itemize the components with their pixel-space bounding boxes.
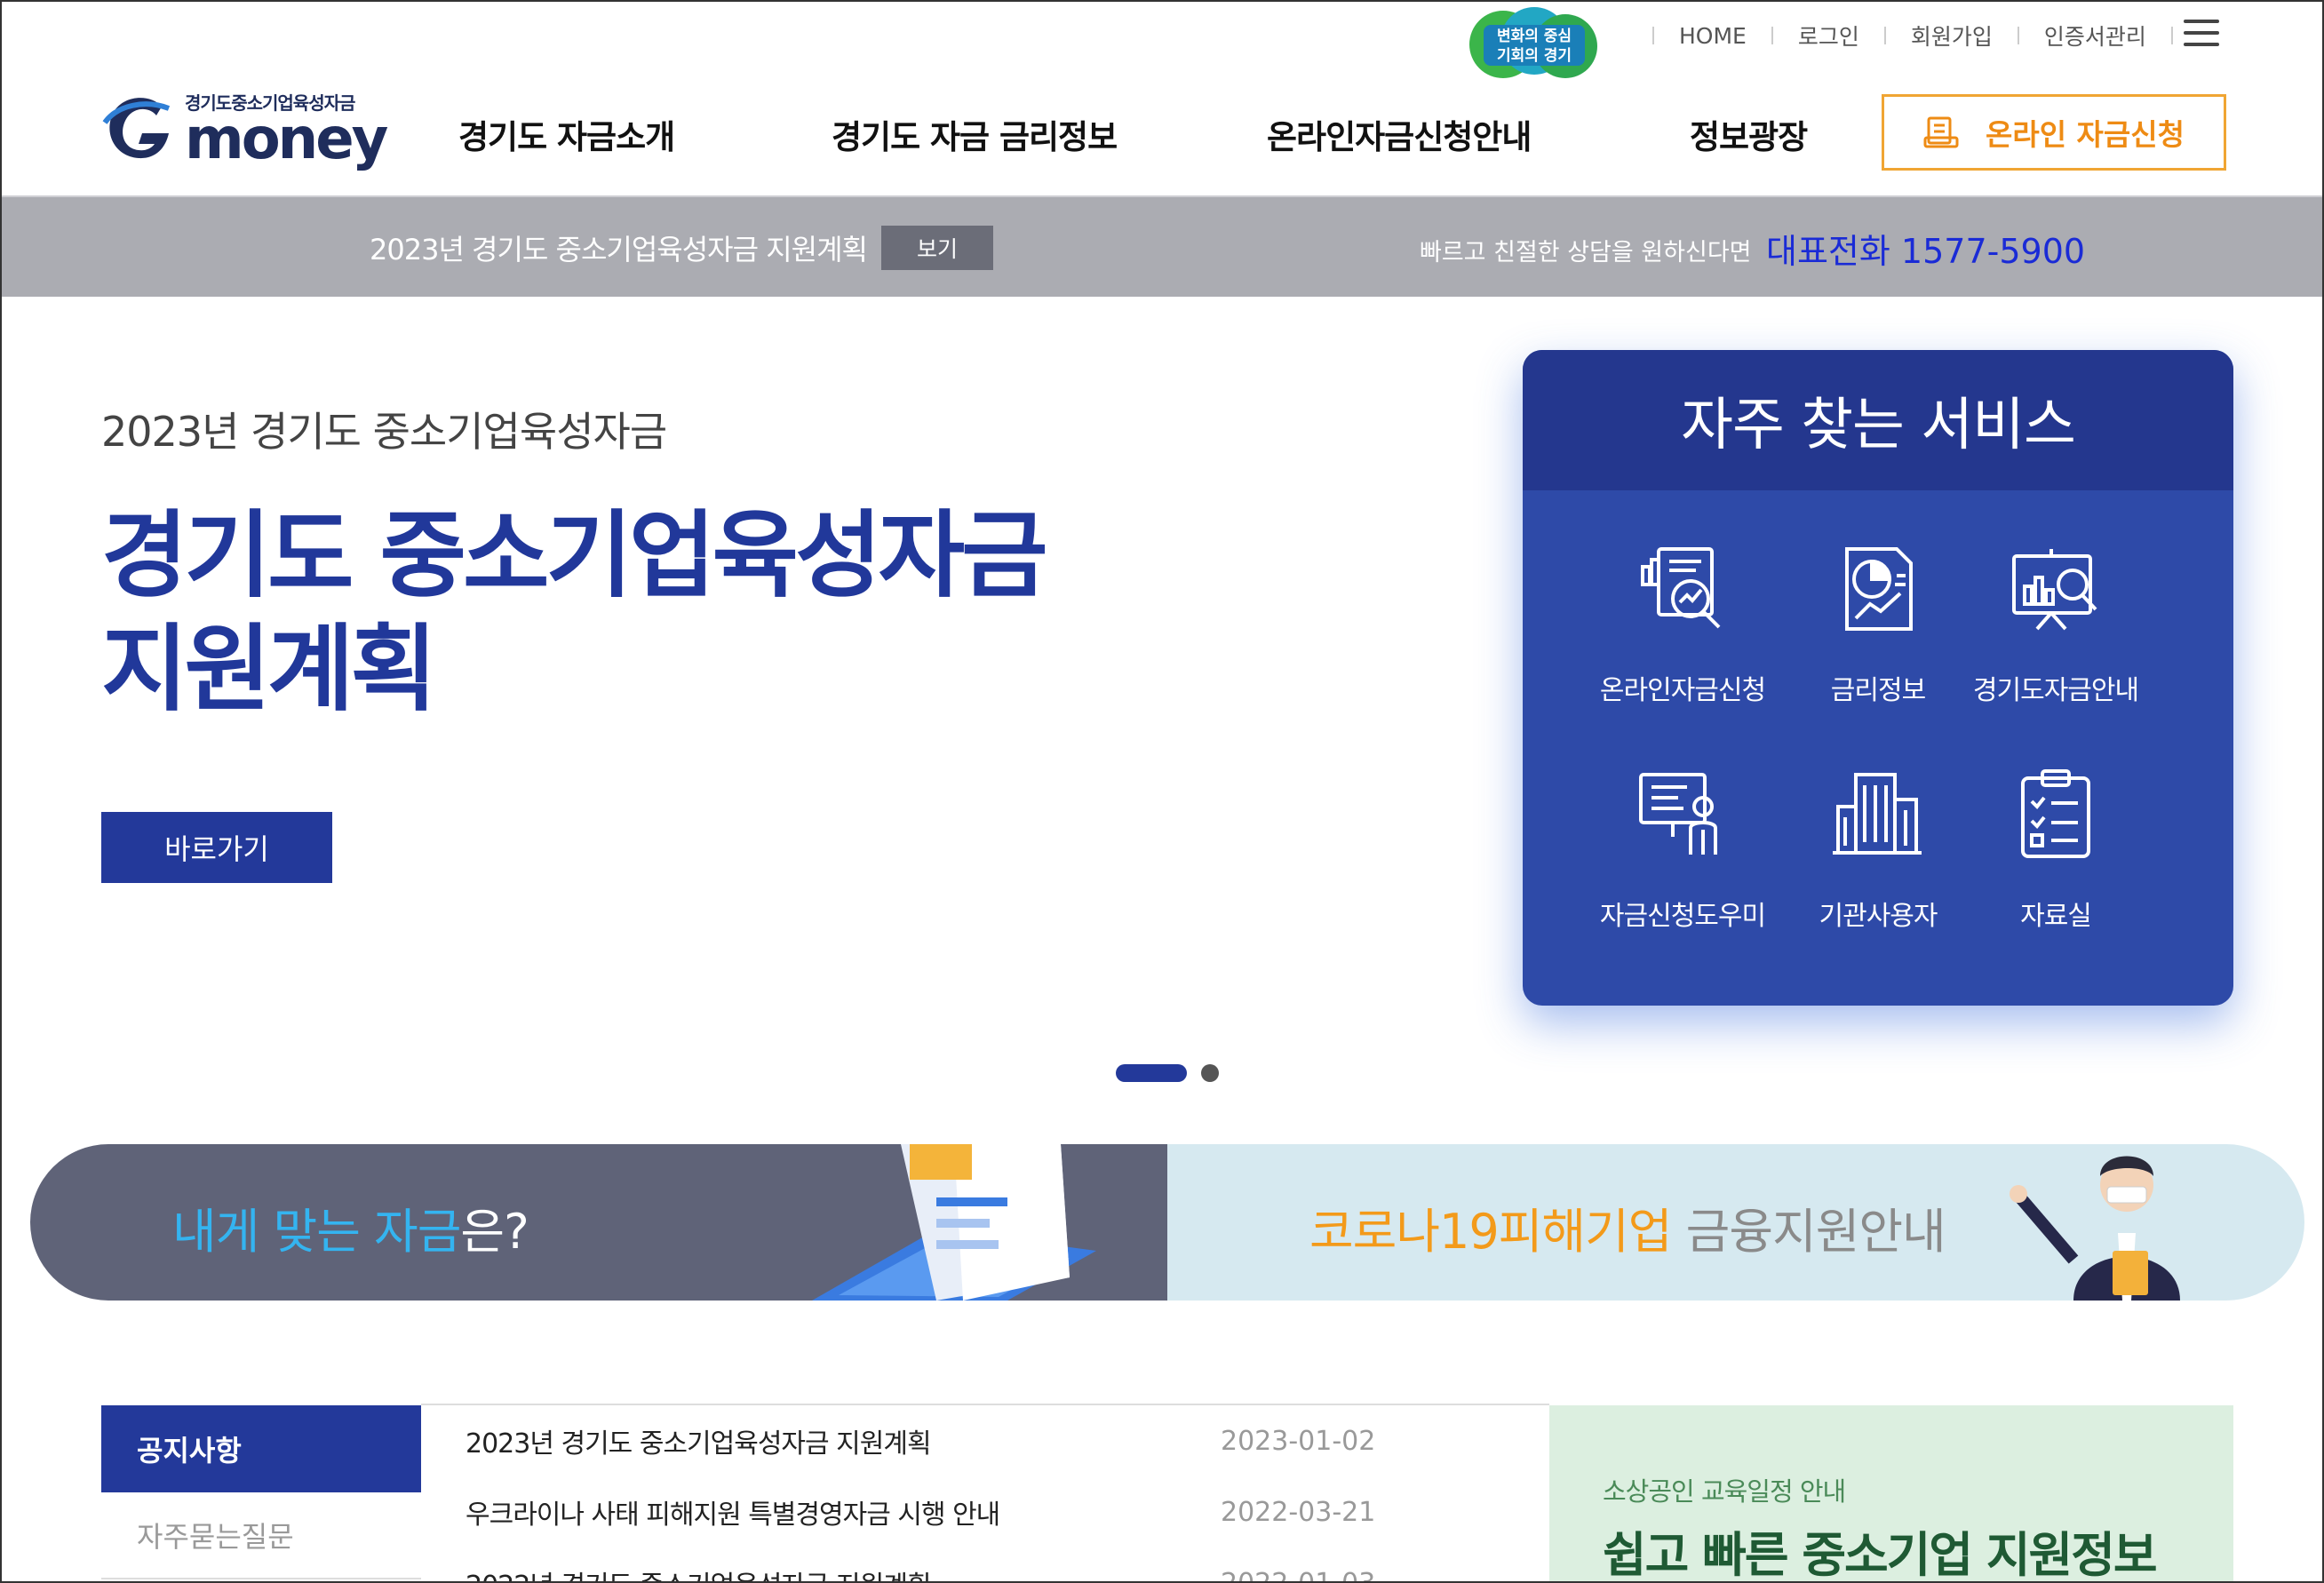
hero-go-button[interactable]: 바로가기 [101,812,332,883]
notice-date: 2022-01-03 [1221,1567,1376,1583]
service-label: 자료실 [2020,901,2092,932]
util-separator [2170,27,2173,44]
util-link-home[interactable]: HOME [1679,23,1747,49]
hamburger-menu-icon[interactable] [2184,20,2219,50]
service-label: 온라인자금신청 [1599,675,1766,706]
notice-date: 2022-03-21 [1221,1496,1376,1528]
utility-links: HOME 로그인 회원가입 인증서관리 [1628,14,2198,57]
covid-support-highlight: 코로나19피해기업 [1309,1204,1672,1260]
notice-list: 2023년 경기도 중소기업육성자금 지원계획 2023-01-02 우크라이나… [421,1404,1549,1583]
service-archive[interactable]: 자료실 [1958,766,2153,933]
apply-document-icon [1923,116,1959,148]
fund-finder-banner[interactable]: 내게 맞는 자금은? [30,1144,1185,1301]
badge-line2: 기회의 경기 [1496,47,1572,65]
service-online-apply[interactable]: 온라인자금신청 [1585,540,1780,707]
service-interest-info[interactable]: 금리정보 [1780,540,1976,707]
util-link-certificate[interactable]: 인증서관리 [2044,20,2146,52]
consult-text: 빠르고 친절한 상담을 원하신다면 [1420,239,1752,266]
notice-row[interactable]: 2022년 경기도 중소기업육성자금 지원계획 2022-01-03 [421,1547,1549,1583]
covid-support-banner[interactable]: 코로나19피해기업 금융지원안내 [1167,1144,2304,1301]
frequent-services-card: 자주 찾는 서비스 온라인자금신청 금리정보 경기도자금안내 자금신청도우미 기… [1523,350,2233,1006]
notice-date: 2023-01-02 [1221,1425,1376,1457]
notice-title: 2023년 경기도 중소기업육성자금 지원계획 [466,1428,932,1460]
hero-title: 경기도 중소기업육성자금 지원계획 [101,499,1078,727]
businessman-illustration-icon [2010,1156,2180,1301]
service-label: 경기도자금안내 [1972,675,2139,706]
nav-interest-info[interactable]: 경기도 자금 금리정보 [832,110,1118,163]
gyeonggi-slogan-badge: 변화의 중심 기회의 경기 [1468,7,1601,82]
online-apply-button[interactable]: 온라인 자금신청 [1882,94,2226,171]
education-banner-subtitle: 소상공인 교육일정 안내 [1603,1476,1846,1507]
util-separator [1652,27,1654,44]
nav-info-plaza[interactable]: 정보광장 [1690,110,1808,163]
services-title: 자주 찾는 서비스 [1523,350,2233,490]
hero-subtitle: 2023년 경기도 중소기업육성자금 [101,408,667,456]
hero-title-line2: 지원계획 [101,615,437,724]
slide-dot[interactable] [1201,1064,1219,1082]
logo-money-text: money [185,107,388,172]
slide-indicators [1116,1064,1219,1082]
presentation-search-icon [2012,549,2097,631]
online-apply-label: 온라인 자금신청 [1985,117,2185,152]
notice-bar: 2023년 경기도 중소기업육성자금 지원계획 보기 빠르고 친절한 상담을 원… [2,197,2322,297]
tab-faq[interactable]: 자주묻는질문 [101,1492,421,1579]
clipboard-checklist-icon [2021,769,2090,858]
util-separator [1883,27,1886,44]
service-label: 금리정보 [1830,675,1926,706]
badge-line1: 변화의 중심 [1496,28,1572,45]
pie-chart-report-icon [1845,547,1913,631]
util-separator [2017,27,2019,44]
presenter-board-icon [1639,773,1717,855]
fund-finder-highlight: 내게 맞는 자금 [172,1204,461,1260]
tab-notices[interactable]: 공지사항 [101,1405,421,1492]
notice-row[interactable]: 우크라이나 사태 피해지원 특별경영자금 시행 안내 2022-03-21 [421,1476,1549,1547]
document-search-icon [1641,547,1721,629]
util-separator [1771,27,1773,44]
education-schedule-banner[interactable]: 소상공인 교육일정 안내 쉽고 빠른 중소기업 지원정보 [1549,1405,2233,1583]
notice-title: 우크라이나 사태 피해지원 특별경영자금 시행 안내 [466,1499,1000,1531]
covid-support-text: 코로나19피해기업 금융지원안내 [1309,1192,1946,1262]
education-banner-title: 쉽고 빠른 중소기업 지원정보 [1603,1527,2158,1583]
notice-bar-title: 2023년 경기도 중소기업육성자금 지원계획 [370,233,868,266]
hero-title-line1: 경기도 중소기업육성자금 [101,501,1048,610]
slide-dot-active[interactable] [1116,1064,1187,1082]
covid-support-rest: 금융지원안내 [1671,1204,1946,1260]
page-frame: 경기도중소기업육성자금 money 변화의 중심 기회의 경기 HOME 로그인… [0,0,2324,1583]
notice-view-button[interactable]: 보기 [881,226,993,270]
service-institution-user[interactable]: 기관사용자 [1780,766,1976,933]
service-label: 기관사용자 [1819,901,1938,932]
site-logo[interactable]: 경기도중소기업육성자금 money [99,84,388,172]
notice-row[interactable]: 2023년 경기도 중소기업육성자금 지원계획 2023-01-02 [421,1405,1549,1476]
site-header: 경기도중소기업육성자금 money 변화의 중심 기회의 경기 HOME 로그인… [2,2,2322,197]
laptop-illustration-icon [812,1144,1096,1301]
service-fund-guide[interactable]: 경기도자금안내 [1958,540,2153,707]
fund-finder-text: 내게 맞는 자금은? [172,1192,529,1262]
util-link-signup[interactable]: 회원가입 [1911,20,1993,52]
main-phone-number[interactable]: 대표전화 1577-5900 [1766,224,2085,273]
util-link-login[interactable]: 로그인 [1798,20,1859,52]
building-icon [1833,773,1922,855]
service-apply-helper[interactable]: 자금신청도우미 [1585,766,1780,933]
slogan-badge-text: 변화의 중심 기회의 경기 [1487,27,1581,66]
service-label: 자금신청도우미 [1599,901,1766,932]
g-money-logo-icon [102,98,171,159]
nav-online-apply-guide[interactable]: 온라인자금신청안내 [1267,110,1532,163]
nav-fund-intro[interactable]: 경기도 자금소개 [458,110,675,163]
notice-title: 2022년 경기도 중소기업육성자금 지원계획 [421,1563,1221,1581]
fund-finder-rest: 은? [460,1204,529,1260]
